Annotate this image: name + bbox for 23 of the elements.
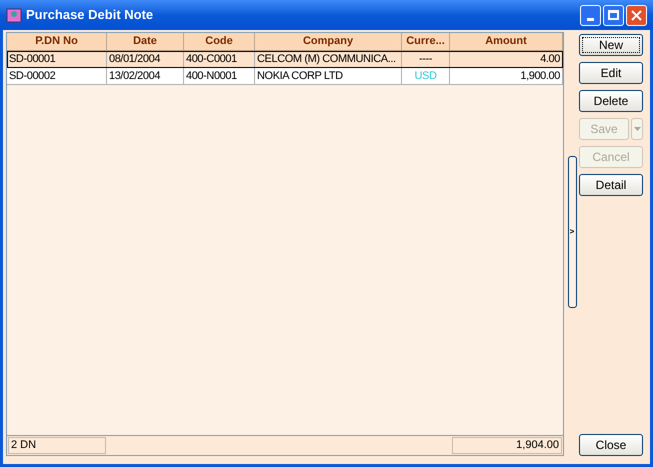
action-button[interactable]: Delete (579, 90, 643, 112)
table-cell: USD (402, 68, 450, 85)
close-window-button[interactable]: Close (579, 434, 643, 456)
action-button[interactable]: Edit (579, 62, 643, 84)
table-row[interactable]: SD-00002 13/02/2004 400-N0001 NOKIA CORP LTD USD 1,900.00 (7, 68, 563, 85)
action-button[interactable]: Detail (579, 174, 643, 196)
table-row[interactable]: SD-00001 08/01/2004 400-C0001 CELCOM (M) COMMUNICA... ---- 4.00 (7, 51, 563, 68)
action-button[interactable]: New (579, 34, 643, 56)
table-cell: 400-N0001 (184, 68, 255, 85)
table-cell: NOKIA CORP LTD (255, 68, 402, 85)
splitter-handle[interactable]: > (568, 156, 576, 308)
record-count: 2 DN (8, 437, 106, 454)
total-amount: 1,904.00 (452, 437, 562, 454)
caret-icon (634, 127, 640, 131)
table-cell: 13/02/2004 (107, 68, 184, 85)
maximize-button[interactable] (603, 4, 624, 26)
table-cell: SD-00002 (7, 68, 107, 85)
close-button[interactable] (626, 4, 647, 26)
close-icon (631, 10, 642, 20)
window-icon (6, 7, 22, 23)
window-title: Purchase Debit Note (26, 6, 154, 24)
minimize-button[interactable] (580, 4, 601, 26)
table-cell: 1,900.00 (450, 68, 563, 85)
